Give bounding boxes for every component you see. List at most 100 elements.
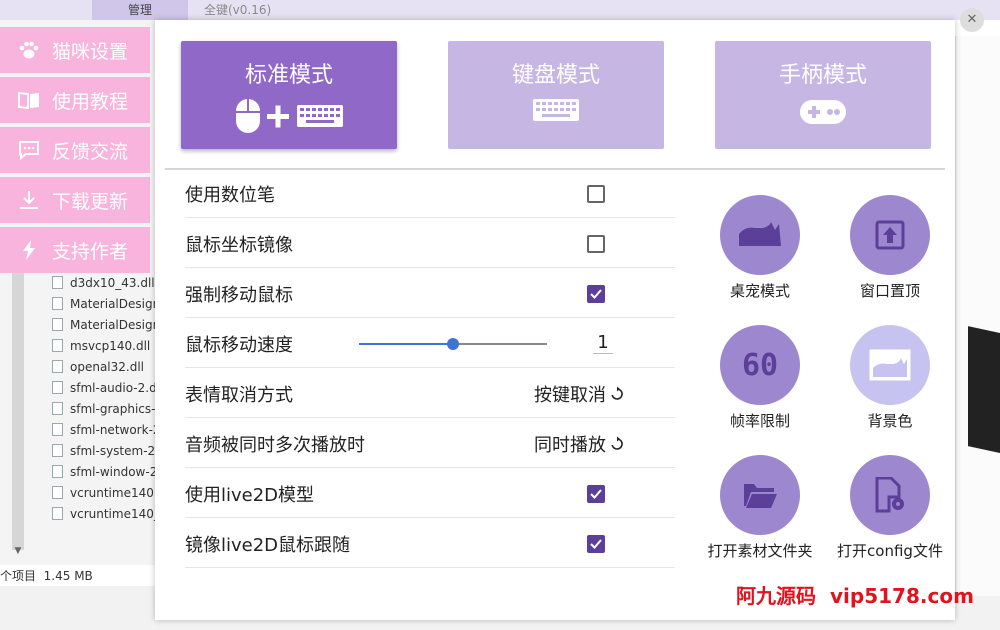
file-item[interactable]: MaterialDesign bbox=[52, 293, 156, 314]
file-icon bbox=[52, 318, 63, 331]
mode-label: 手柄模式 bbox=[778, 63, 867, 88]
setting-row-live2d: 使用live2D模型 bbox=[185, 470, 675, 518]
background-color-icon bbox=[869, 349, 911, 381]
desktop-pet-mode-button[interactable] bbox=[720, 195, 800, 275]
settings-panel: 标准模式 键盘模式 手柄模式 使用数位笔 鼠标坐标镜像 强制移动鼠标 鼠标移动速… bbox=[155, 20, 955, 620]
keyboard-icon bbox=[448, 97, 664, 127]
file-item[interactable]: sfml-audio-2.d bbox=[52, 377, 156, 398]
file-item[interactable]: sfml-system-2. bbox=[52, 440, 156, 461]
cat-silhouette-icon bbox=[739, 222, 781, 246]
side-menu-label: 猫咪设置 bbox=[52, 40, 129, 63]
mode-button-standard[interactable]: 标准模式 bbox=[181, 41, 397, 149]
side-menu-feedback[interactable]: 反馈交流 bbox=[0, 127, 150, 173]
gamepad-icon bbox=[715, 97, 931, 131]
scroll-down-icon[interactable]: ▼ bbox=[12, 546, 24, 560]
file-item[interactable]: sfml-window-2 bbox=[52, 461, 156, 482]
side-menu-tutorial[interactable]: 使用教程 bbox=[0, 77, 150, 123]
side-menu-label: 反馈交流 bbox=[52, 140, 129, 163]
cycle-icon bbox=[611, 386, 623, 400]
setting-label: 强制移动鼠标 bbox=[185, 284, 293, 306]
file-icon bbox=[52, 276, 63, 289]
button-label: 打开素材文件夹 bbox=[707, 542, 813, 560]
file-icon bbox=[52, 402, 63, 415]
side-menu-label: 支持作者 bbox=[52, 240, 129, 263]
mode-button-gamepad[interactable]: 手柄模式 bbox=[715, 41, 931, 149]
setting-row-live2d-mirror: 镜像live2D鼠标跟随 bbox=[185, 520, 675, 568]
file-item[interactable]: vcruntime140_1 bbox=[52, 503, 156, 524]
setting-row-audio: 音频被同时多次播放时 同时播放 bbox=[185, 420, 675, 468]
mouse-plus-keyboard-icon bbox=[181, 97, 397, 139]
fps-limit-button[interactable]: 60 bbox=[720, 325, 800, 405]
book-icon bbox=[18, 89, 40, 111]
pen-checkbox[interactable] bbox=[587, 185, 605, 203]
button-label: 背景色 bbox=[867, 412, 913, 430]
live2d-mirror-checkbox[interactable] bbox=[587, 535, 605, 553]
setting-row-emote-cancel: 表情取消方式 按键取消 bbox=[185, 370, 675, 418]
setting-label: 使用live2D模型 bbox=[185, 484, 315, 506]
file-item[interactable]: sfml-network-2 bbox=[52, 419, 156, 440]
background-right-area bbox=[955, 36, 1000, 596]
explorer-scrollbar[interactable] bbox=[12, 270, 24, 550]
config-file-icon bbox=[875, 477, 904, 513]
button-label: 打开config文件 bbox=[837, 542, 943, 560]
mirror-checkbox[interactable] bbox=[587, 235, 605, 253]
fps-60-icon: 60 bbox=[741, 347, 779, 383]
audio-mode-toggle[interactable]: 同时播放 bbox=[534, 431, 625, 457]
background-tab-manage[interactable]: 管理 bbox=[92, 0, 188, 20]
side-menu-label: 使用教程 bbox=[52, 90, 129, 113]
file-item[interactable]: openal32.dll bbox=[52, 356, 156, 377]
file-icon bbox=[52, 486, 63, 499]
file-item[interactable]: d3dx10_43.dll bbox=[52, 272, 156, 293]
file-item[interactable]: vcruntime140.c bbox=[52, 482, 156, 503]
file-icon bbox=[52, 507, 63, 520]
button-label: 桌宠模式 bbox=[729, 282, 790, 300]
file-icon bbox=[52, 297, 63, 310]
speed-slider[interactable] bbox=[359, 338, 547, 350]
setting-label: 表情取消方式 bbox=[185, 384, 293, 406]
setting-row-speed: 鼠标移动速度 1 bbox=[185, 320, 675, 368]
explorer-status-bar: 个项目 1.45 MB bbox=[0, 569, 93, 583]
file-item[interactable]: MaterialDesign bbox=[52, 314, 156, 335]
side-menu-support-author[interactable]: 支持作者 bbox=[0, 227, 150, 273]
button-label: 帧率限制 bbox=[729, 412, 790, 430]
file-icon bbox=[52, 381, 63, 394]
file-icon bbox=[52, 444, 63, 457]
mode-label: 键盘模式 bbox=[511, 63, 600, 88]
setting-label: 使用数位笔 bbox=[185, 184, 275, 206]
close-icon[interactable]: ✕ bbox=[960, 8, 984, 32]
side-menu-cat-settings[interactable]: 猫咪设置 bbox=[0, 27, 150, 73]
force-move-checkbox[interactable] bbox=[587, 285, 605, 303]
watermark-url: vip5178.com bbox=[830, 584, 974, 608]
setting-row-pen: 使用数位笔 bbox=[185, 170, 675, 218]
setting-label: 鼠标坐标镜像 bbox=[185, 234, 293, 256]
speed-slider-handle[interactable] bbox=[447, 338, 459, 350]
file-item[interactable]: sfml-graphics- bbox=[52, 398, 156, 419]
setting-label: 镜像live2D鼠标跟随 bbox=[185, 534, 351, 556]
lightning-icon bbox=[18, 239, 40, 261]
side-menu-label: 下载更新 bbox=[52, 190, 129, 213]
side-menu-download-update[interactable]: 下载更新 bbox=[0, 177, 150, 223]
live2d-checkbox[interactable] bbox=[587, 485, 605, 503]
download-icon bbox=[18, 189, 40, 211]
chat-icon bbox=[18, 139, 40, 161]
watermark-text: 阿九源码 bbox=[736, 584, 816, 608]
speed-value-input[interactable]: 1 bbox=[593, 332, 613, 354]
watermark: 阿九源码 vip5178.com bbox=[736, 580, 974, 609]
file-icon bbox=[52, 423, 63, 436]
setting-label: 鼠标移动速度 bbox=[185, 334, 293, 356]
file-item[interactable]: msvcp140.dll bbox=[52, 335, 156, 356]
background-dark-shape bbox=[968, 326, 1000, 454]
cycle-icon bbox=[611, 436, 623, 450]
background-color-button[interactable] bbox=[850, 325, 930, 405]
open-config-file-button[interactable] bbox=[850, 455, 930, 535]
open-assets-folder-button[interactable] bbox=[720, 455, 800, 535]
setting-label: 音频被同时多次播放时 bbox=[185, 434, 365, 456]
mode-label: 标准模式 bbox=[244, 63, 333, 88]
mode-button-keyboard[interactable]: 键盘模式 bbox=[448, 41, 664, 149]
file-icon bbox=[52, 465, 63, 478]
explorer-file-list: d3dx10_43.dll MaterialDesign MaterialDes… bbox=[52, 272, 156, 524]
emote-cancel-toggle[interactable]: 按键取消 bbox=[534, 381, 625, 407]
button-label: 窗口置顶 bbox=[859, 282, 920, 300]
window-on-top-button[interactable] bbox=[850, 195, 930, 275]
setting-row-force-move: 强制移动鼠标 bbox=[185, 270, 675, 318]
